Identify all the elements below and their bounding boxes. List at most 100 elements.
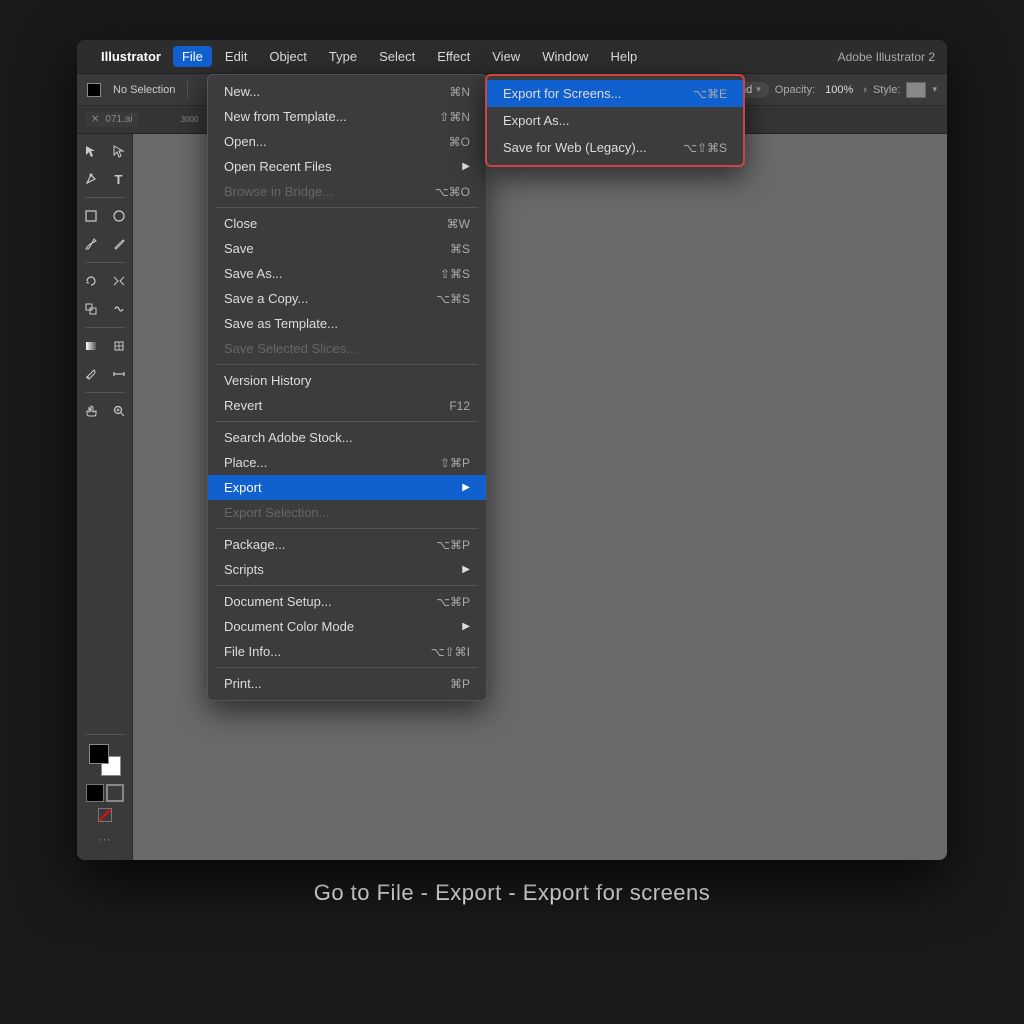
menu-item-scripts[interactable]: Scripts ▶ bbox=[208, 557, 486, 582]
opacity-arrow-icon: › bbox=[863, 84, 867, 96]
window-control-close[interactable]: ✕ bbox=[91, 114, 99, 125]
submenu-item-save-web[interactable]: Save for Web (Legacy)... ⌥⇧⌘S bbox=[487, 134, 743, 161]
stroke-dropdown-icon[interactable]: ▾ bbox=[756, 84, 761, 95]
reflect-tool[interactable] bbox=[106, 268, 132, 294]
pencil-tool[interactable] bbox=[106, 231, 132, 257]
menu-divider-6 bbox=[216, 667, 478, 668]
toolbar-separator-1 bbox=[187, 81, 188, 99]
menu-item-export-selection: Export Selection... bbox=[208, 500, 486, 525]
menu-item-doc-setup[interactable]: Document Setup... ⌥⌘P bbox=[208, 589, 486, 614]
measure-tool[interactable] bbox=[106, 361, 132, 387]
menu-item-save-copy[interactable]: Save a Copy... ⌥⌘S bbox=[208, 286, 486, 311]
menu-item-place[interactable]: Place... ⇧⌘P bbox=[208, 450, 486, 475]
menu-item-package[interactable]: Package... ⌥⌘P bbox=[208, 532, 486, 557]
hand-tool[interactable] bbox=[78, 398, 104, 424]
zoom-tools bbox=[78, 268, 132, 294]
app-name: Illustrator bbox=[101, 49, 161, 64]
selection-tools bbox=[78, 138, 132, 164]
type-tool[interactable]: T bbox=[106, 166, 132, 192]
gradient-tool[interactable] bbox=[78, 333, 104, 359]
none-swatch[interactable] bbox=[98, 808, 112, 822]
export-submenu: Export for Screens... ⌥⌘E Export As... S… bbox=[485, 74, 745, 167]
tool-separator-2 bbox=[85, 262, 125, 263]
ellipse-tool[interactable] bbox=[106, 203, 132, 229]
foreground-color-swatch[interactable] bbox=[89, 744, 109, 764]
menu-window[interactable]: Window bbox=[533, 46, 597, 67]
fill-swatch[interactable] bbox=[86, 784, 104, 802]
menu-item-save-template[interactable]: Save as Template... bbox=[208, 311, 486, 336]
warp-tool[interactable] bbox=[106, 296, 132, 322]
eyedropper-tools bbox=[78, 361, 132, 387]
menu-shortcut-place: ⇧⌘P bbox=[440, 456, 470, 470]
menu-divider-1 bbox=[216, 207, 478, 208]
menu-item-version-history[interactable]: Version History bbox=[208, 368, 486, 393]
paintbrush-tool[interactable] bbox=[78, 231, 104, 257]
style-dropdown-icon[interactable]: ▾ bbox=[932, 84, 937, 95]
menu-shortcut-revert: F12 bbox=[449, 399, 470, 413]
rotate-tool[interactable] bbox=[78, 268, 104, 294]
app-title: Adobe Illustrator 2 bbox=[838, 50, 935, 64]
export-as-label: Export As... bbox=[503, 113, 569, 128]
menu-file[interactable]: File bbox=[173, 46, 212, 67]
scale-tool[interactable] bbox=[78, 296, 104, 322]
menu-item-doc-color[interactable]: Document Color Mode ▶ bbox=[208, 614, 486, 639]
gradient-tools bbox=[78, 333, 132, 359]
menu-view[interactable]: View bbox=[483, 46, 529, 67]
save-web-shortcut: ⌥⇧⌘S bbox=[683, 141, 727, 155]
menu-item-open[interactable]: Open... ⌘O bbox=[208, 129, 486, 154]
menu-object[interactable]: Object bbox=[260, 46, 316, 67]
pen-tool[interactable] bbox=[78, 166, 104, 192]
menu-item-revert[interactable]: Revert F12 bbox=[208, 393, 486, 418]
menu-type[interactable]: Type bbox=[320, 46, 366, 67]
style-swatch[interactable] bbox=[906, 82, 926, 98]
menu-arrow-doc-color-icon: ▶ bbox=[462, 621, 470, 632]
menu-item-save-as[interactable]: Save As... ⇧⌘S bbox=[208, 261, 486, 286]
menu-divider-3 bbox=[216, 421, 478, 422]
color-swatches: ··· bbox=[85, 731, 125, 856]
menu-edit[interactable]: Edit bbox=[216, 46, 256, 67]
export-screens-label: Export for Screens... bbox=[503, 86, 622, 101]
file-dropdown-menu: New... ⌘N New from Template... ⇧⌘N Open.… bbox=[207, 74, 487, 701]
stroke-swatch[interactable] bbox=[106, 784, 124, 802]
menu-help[interactable]: Help bbox=[601, 46, 646, 67]
save-web-label: Save for Web (Legacy)... bbox=[503, 140, 647, 155]
direct-selection-tool[interactable] bbox=[106, 138, 132, 164]
submenu-item-export-as[interactable]: Export As... bbox=[487, 107, 743, 134]
tool-dots[interactable]: ··· bbox=[99, 830, 111, 848]
menu-shortcut-package: ⌥⌘P bbox=[436, 538, 470, 552]
menu-item-file-info[interactable]: File Info... ⌥⇧⌘I bbox=[208, 639, 486, 664]
menu-item-browse: Browse in Bridge... ⌥⌘O bbox=[208, 179, 486, 204]
zoom-tool[interactable] bbox=[106, 398, 132, 424]
stroke-color-indicator[interactable] bbox=[87, 83, 101, 97]
menu-arrow-export-icon: ▶ bbox=[462, 482, 470, 493]
menu-item-open-recent[interactable]: Open Recent Files ▶ bbox=[208, 154, 486, 179]
selection-tool[interactable] bbox=[78, 138, 104, 164]
tab-filename: 071.ai bbox=[105, 114, 132, 125]
opacity-value[interactable]: 100% bbox=[821, 84, 857, 96]
export-screens-shortcut: ⌥⌘E bbox=[693, 87, 727, 101]
menu-shortcut-new-template: ⇧⌘N bbox=[439, 110, 470, 124]
menu-item-new-template[interactable]: New from Template... ⇧⌘N bbox=[208, 104, 486, 129]
submenu-item-export-screens[interactable]: Export for Screens... ⌥⌘E bbox=[487, 80, 743, 107]
color-boxes[interactable] bbox=[89, 744, 121, 776]
menu-item-print[interactable]: Print... ⌘P bbox=[208, 671, 486, 696]
menu-shortcut-close: ⌘W bbox=[447, 217, 470, 231]
menu-shortcut-print: ⌘P bbox=[450, 677, 470, 691]
fill-stroke-row bbox=[86, 784, 124, 802]
menu-effect[interactable]: Effect bbox=[428, 46, 479, 67]
mesh-tool[interactable] bbox=[106, 333, 132, 359]
selection-status: No Selection bbox=[107, 84, 181, 96]
menu-item-new[interactable]: New... ⌘N bbox=[208, 79, 486, 104]
menu-item-close[interactable]: Close ⌘W bbox=[208, 211, 486, 236]
ruler-mark-3000: 3000 bbox=[181, 115, 199, 124]
shape-tools bbox=[78, 203, 132, 229]
menu-shortcut-browse: ⌥⌘O bbox=[435, 185, 470, 199]
eyedropper-tool[interactable] bbox=[78, 361, 104, 387]
hand-zoom-tools bbox=[78, 398, 132, 424]
tool-separator-5 bbox=[85, 734, 125, 735]
menu-item-save[interactable]: Save ⌘S bbox=[208, 236, 486, 261]
rectangle-tool[interactable] bbox=[78, 203, 104, 229]
menu-item-search-stock[interactable]: Search Adobe Stock... bbox=[208, 425, 486, 450]
menu-select[interactable]: Select bbox=[370, 46, 424, 67]
menu-item-export[interactable]: Export ▶ bbox=[208, 475, 486, 500]
